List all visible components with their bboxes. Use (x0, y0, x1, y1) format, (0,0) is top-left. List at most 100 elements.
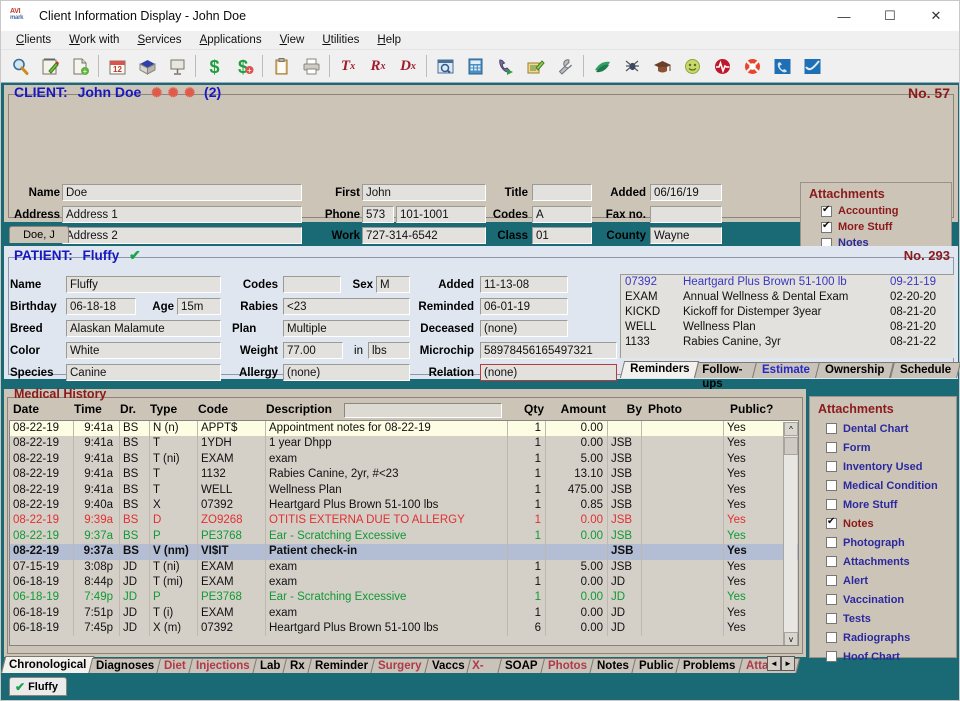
client-title-input[interactable] (532, 184, 592, 201)
checkbox-icon[interactable] (826, 632, 837, 643)
reminder-row[interactable]: KICKD Kickoff for Distemper 3year 08-21-… (621, 305, 954, 320)
table-row[interactable]: 06-18-197:49pJDPPE3768Ear - Scratching E… (10, 590, 798, 605)
graduation-cap-icon[interactable] (647, 51, 677, 81)
smiley-icon[interactable] (677, 51, 707, 81)
status-patient-tab[interactable]: ✔ Fluffy (9, 677, 67, 696)
table-row[interactable]: 08-22-199:40aBSX07392Heartgard Plus Brow… (10, 498, 798, 513)
patient-name-input[interactable]: Fluffy (66, 276, 221, 293)
magnify-window-icon[interactable] (430, 51, 460, 81)
checkbox-icon[interactable] (826, 518, 837, 529)
scroll-down-button[interactable]: v (784, 632, 798, 646)
menu-item-work-with[interactable]: Work with (60, 33, 128, 47)
patient-color-input[interactable]: White (66, 342, 221, 359)
box-icon[interactable] (132, 51, 162, 81)
checkbox-icon[interactable] (826, 442, 837, 453)
patient-plan-input[interactable]: Multiple (283, 320, 410, 337)
maximize-button[interactable]: ☐ (867, 1, 913, 31)
reminder-row[interactable]: WELL Wellness Plan 08-21-20 (621, 320, 954, 335)
patient-weight-input[interactable]: 77.00 (283, 342, 343, 359)
tab-reminders[interactable]: Reminders (620, 361, 700, 378)
menu-item-help[interactable]: Help (368, 33, 410, 47)
client-phone-input[interactable]: 101-1001 (396, 206, 486, 223)
patient-attachment-medical-condition[interactable]: Medical Condition (826, 476, 956, 495)
table-row[interactable]: 06-18-197:51pJDT (i)EXAMexam10.00JDYes (10, 606, 798, 621)
patient-added-input[interactable]: 11-13-08 (480, 276, 568, 293)
client-attachment-more-stuff[interactable]: More Stuff (821, 219, 951, 235)
patient-attachment-attachments[interactable]: Attachments (826, 552, 956, 571)
menu-item-clients[interactable]: Clients (7, 33, 60, 47)
patient-breed-input[interactable]: Alaskan Malamute (66, 320, 221, 337)
patient-attachment-tests[interactable]: Tests (826, 609, 956, 628)
client-county-input[interactable]: Wayne (650, 227, 722, 244)
patient-codes-input[interactable] (283, 276, 341, 293)
patient-sex-input[interactable]: M (376, 276, 410, 293)
reminder-row[interactable]: EXAM Annual Wellness & Dental Exam 02-20… (621, 290, 954, 305)
calculator-icon[interactable] (460, 51, 490, 81)
checkbox-icon[interactable] (826, 499, 837, 510)
treatment-icon[interactable]: Tx (333, 51, 363, 81)
lifering-icon[interactable] (737, 51, 767, 81)
spider-icon[interactable] (617, 51, 647, 81)
calendar-icon[interactable]: 12 (102, 51, 132, 81)
patient-birthday-input[interactable]: 06-18-18 (66, 298, 136, 315)
patient-attachment-hoof-chart[interactable]: Hoof Chart (826, 647, 956, 666)
table-row[interactable]: 08-22-199:41aBST1YDH1 year Dhpp10.00JSBY… (10, 436, 798, 451)
reminder-row[interactable]: 1133 Rabies Canine, 3yr 08-21-22 (621, 335, 954, 350)
heartbeat-icon[interactable] (707, 51, 737, 81)
minimize-button[interactable]: — (821, 1, 867, 31)
checkbox-icon[interactable] (826, 423, 837, 434)
patient-rabies-input[interactable]: <23 (283, 298, 410, 315)
table-row[interactable]: 08-22-199:41aBSN (n)APPT$Appointment not… (10, 421, 798, 436)
wrench-icon[interactable] (550, 51, 580, 81)
menu-item-view[interactable]: View (271, 33, 314, 47)
client-first-input[interactable]: John (362, 184, 486, 201)
client-name-input[interactable]: Doe (62, 184, 302, 201)
patient-species-input[interactable]: Canine (66, 364, 221, 381)
checkbox-icon[interactable] (821, 222, 832, 233)
client-class-input[interactable]: 01 (532, 227, 592, 244)
phone-call-icon[interactable] (490, 51, 520, 81)
table-row[interactable]: 06-18-198:44pJDT (mi)EXAMexam10.00JDYes (10, 575, 798, 590)
table-row[interactable]: 08-22-199:39aBSDZO9268OTITIS EXTERNA DUE… (10, 513, 798, 528)
tab-follow-ups[interactable]: Follow-ups (694, 362, 757, 378)
payment-icon[interactable]: $ (199, 51, 229, 81)
checkbox-icon[interactable] (826, 480, 837, 491)
patient-deceased-input[interactable]: (none) (480, 320, 568, 337)
checkbox-icon[interactable] (826, 556, 837, 567)
check-blue-icon[interactable] (797, 51, 827, 81)
description-filter-input[interactable] (344, 403, 502, 418)
checkbox-icon[interactable] (826, 651, 837, 662)
medical-history-grid[interactable]: 08-22-199:41aBSN (n)APPT$Appointment not… (9, 420, 799, 646)
scroll-thumb[interactable] (784, 437, 798, 455)
patient-attachment-photograph[interactable]: Photograph (826, 533, 956, 552)
patient-attachment-more-stuff[interactable]: More Stuff (826, 495, 956, 514)
edit-notes-icon[interactable] (35, 51, 65, 81)
close-button[interactable]: ✕ (913, 1, 959, 31)
clipboard-icon[interactable] (266, 51, 296, 81)
client-attachment-accounting[interactable]: Accounting (821, 203, 951, 219)
patient-attachment-alert[interactable]: Alert (826, 571, 956, 590)
table-row[interactable]: 08-22-199:41aBST (ni)EXAMexam15.00JSBYes (10, 452, 798, 467)
menu-item-applications[interactable]: Applications (191, 33, 271, 47)
client-phone-area-input[interactable]: 573 (362, 206, 394, 223)
search-icon[interactable] (5, 51, 35, 81)
reminders-list[interactable]: 07392 Heartgard Plus Brown 51-100 lb 09-… (620, 274, 954, 358)
checkbox-icon[interactable] (826, 575, 837, 586)
patient-attachment-radiographs[interactable]: Radiographs (826, 628, 956, 647)
patient-attachment-vaccination[interactable]: Vaccination (826, 590, 956, 609)
patient-reminded-input[interactable]: 06-01-19 (480, 298, 568, 315)
leaf-icon[interactable] (587, 51, 617, 81)
patient-attachment-inventory-used[interactable]: Inventory Used (826, 457, 956, 476)
tab-ownership[interactable]: Ownership (815, 362, 894, 378)
tab-scroll-next-button[interactable]: ► (781, 656, 795, 671)
patient-allergy-input[interactable]: (none) (283, 364, 410, 381)
table-row[interactable]: 08-22-199:41aBSTWELLWellness Plan1475.00… (10, 483, 798, 498)
checkbox-icon[interactable] (826, 613, 837, 624)
patient-attachment-dental-chart[interactable]: Dental Chart (826, 419, 956, 438)
print-icon[interactable] (296, 51, 326, 81)
checkbox-icon[interactable] (826, 594, 837, 605)
reminder-row[interactable]: 07392 Heartgard Plus Brown 51-100 lb 09-… (621, 275, 954, 290)
whiteboard-icon[interactable] (162, 51, 192, 81)
add-charge-icon[interactable]: $+ (229, 51, 259, 81)
table-row[interactable]: 08-22-199:37aBSPPE3768Ear - Scratching E… (10, 529, 798, 544)
